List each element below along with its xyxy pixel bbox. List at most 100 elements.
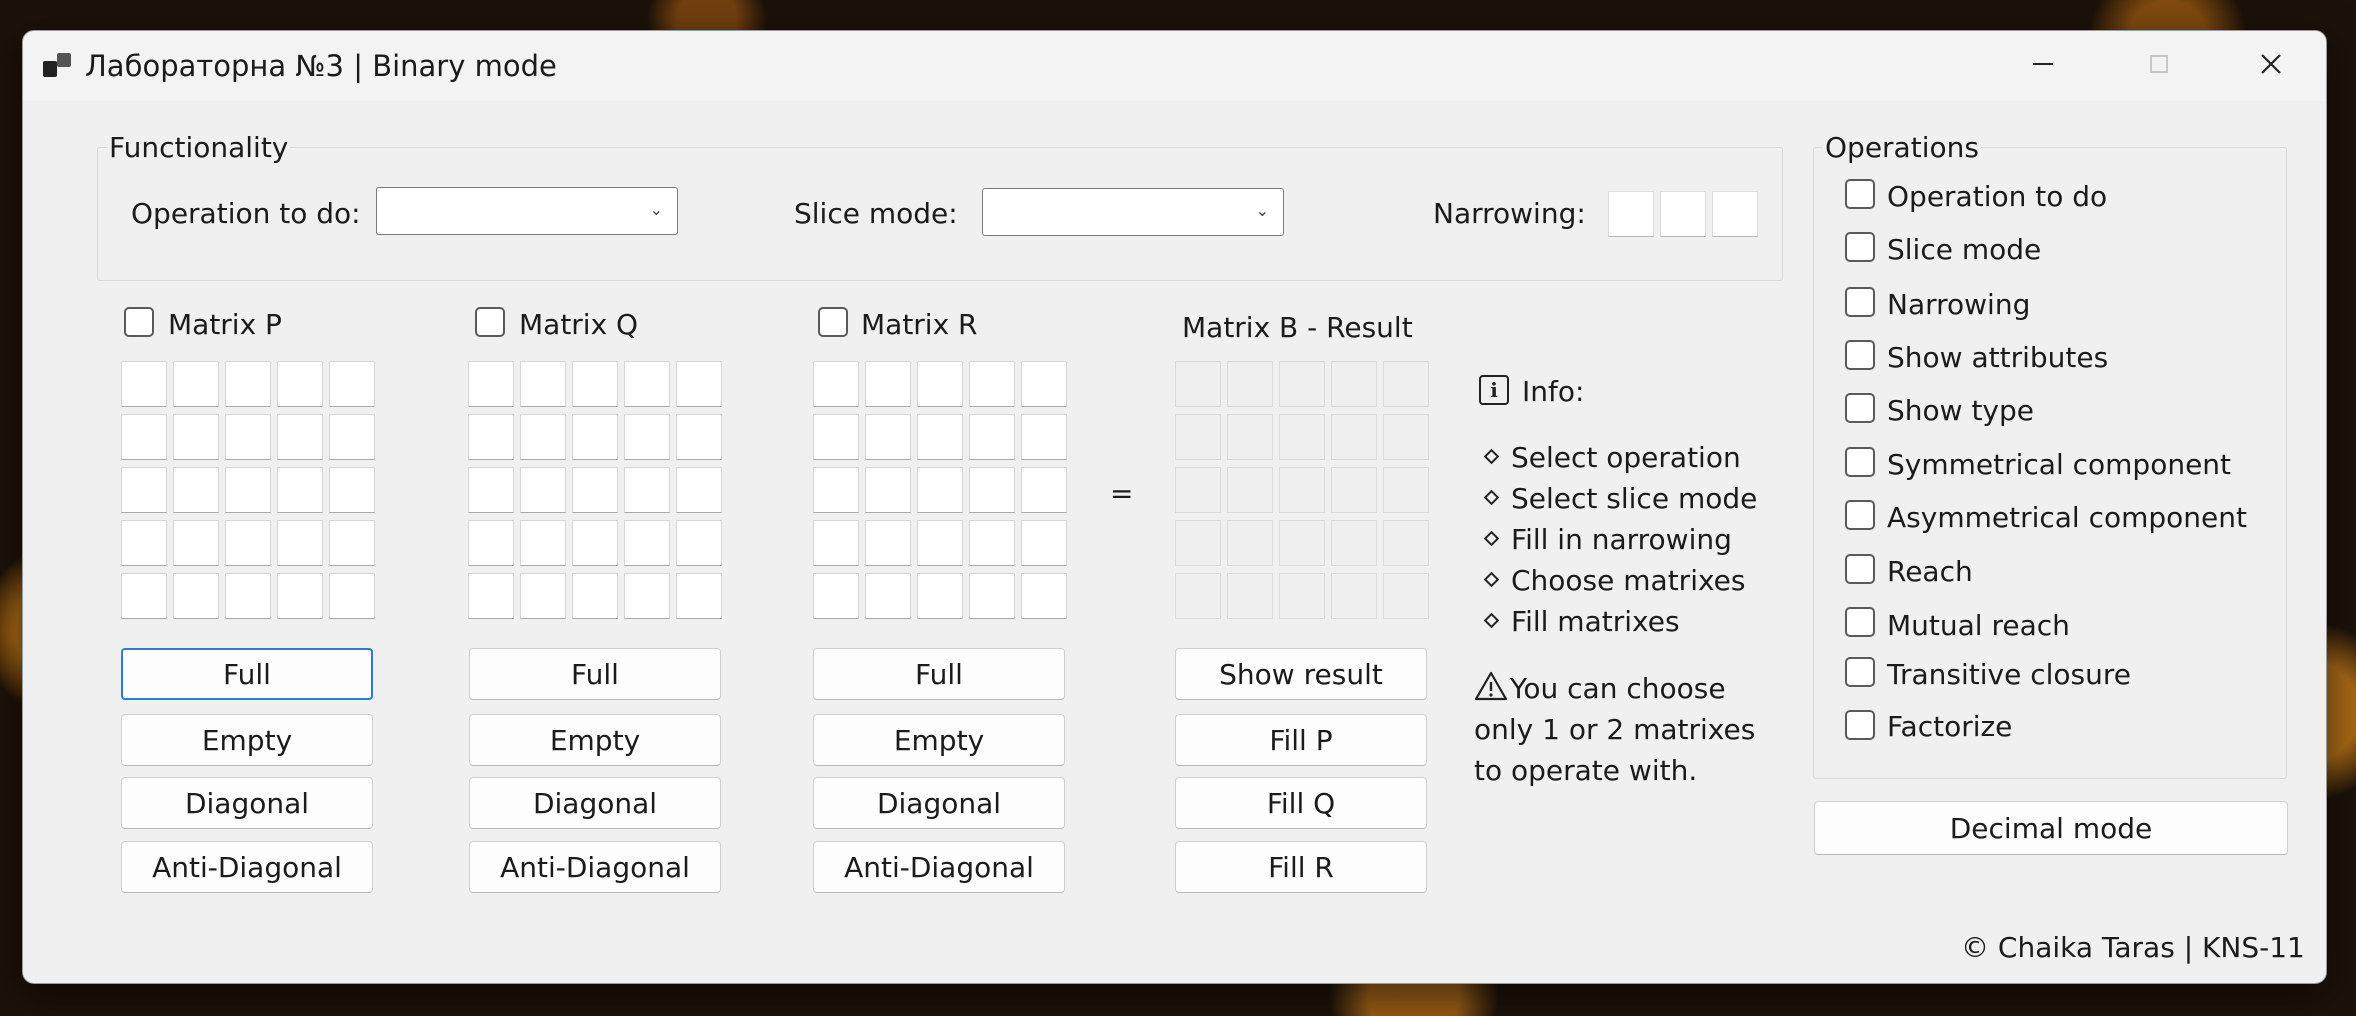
op-checkbox-operation-to-do[interactable] — [1845, 179, 1875, 209]
slice-mode-combobox[interactable]: ⌄ — [982, 188, 1284, 236]
matrix-q-cell[interactable] — [624, 414, 670, 460]
op-checkbox-asymmetrical[interactable] — [1845, 500, 1875, 530]
matrix-q-cell[interactable] — [468, 414, 514, 460]
matrix-p-cell[interactable] — [329, 573, 375, 619]
op-checkbox-narrowing[interactable] — [1845, 287, 1875, 317]
matrix-r-cell[interactable] — [1021, 573, 1067, 619]
maximize-button[interactable] — [2101, 31, 2217, 97]
matrix-q-cell[interactable] — [520, 520, 566, 566]
matrix-p-cell[interactable] — [173, 414, 219, 460]
matrix-q-cell[interactable] — [468, 361, 514, 407]
op-checkbox-show-attributes[interactable] — [1845, 340, 1875, 370]
matrix-q-cell[interactable] — [676, 573, 722, 619]
matrix-p-cell[interactable] — [329, 467, 375, 513]
matrix-r-cell[interactable] — [865, 361, 911, 407]
matrix-q-cell[interactable] — [572, 467, 618, 513]
matrix-q-cell[interactable] — [676, 467, 722, 513]
matrix-p-cell[interactable] — [277, 414, 323, 460]
matrix-p-cell[interactable] — [329, 414, 375, 460]
matrix-p-cell[interactable] — [277, 361, 323, 407]
matrix-r-cell[interactable] — [917, 467, 963, 513]
matrix-p-cell[interactable] — [277, 573, 323, 619]
matrix-p-empty-button[interactable]: Empty — [121, 714, 373, 766]
matrix-r-cell[interactable] — [969, 414, 1015, 460]
matrix-r-cell[interactable] — [917, 361, 963, 407]
matrix-p-cell[interactable] — [173, 520, 219, 566]
matrix-p-anti-diagonal-button[interactable]: Anti-Diagonal — [121, 841, 373, 893]
matrix-p-cell[interactable] — [225, 573, 271, 619]
matrix-q-cell[interactable] — [520, 414, 566, 460]
matrix-p-cell[interactable] — [225, 361, 271, 407]
matrix-r-cell[interactable] — [1021, 361, 1067, 407]
matrix-p-full-button[interactable]: Full — [121, 648, 373, 700]
minimize-button[interactable] — [1985, 31, 2101, 97]
matrix-p-cell[interactable] — [277, 520, 323, 566]
matrix-p-cell[interactable] — [173, 361, 219, 407]
matrix-r-anti-diagonal-button[interactable]: Anti-Diagonal — [813, 841, 1065, 893]
matrix-q-cell[interactable] — [676, 414, 722, 460]
title-bar[interactable]: Лабораторна №3 | Binary mode — [23, 31, 2326, 101]
matrix-q-cell[interactable] — [624, 361, 670, 407]
matrix-r-cell[interactable] — [865, 520, 911, 566]
operation-combobox[interactable]: ⌄ — [376, 187, 678, 235]
matrix-r-cell[interactable] — [813, 467, 859, 513]
matrix-q-cell[interactable] — [468, 467, 514, 513]
matrix-r-cell[interactable] — [969, 467, 1015, 513]
matrix-r-checkbox[interactable] — [818, 307, 848, 337]
matrix-q-cell[interactable] — [676, 361, 722, 407]
matrix-r-cell[interactable] — [969, 573, 1015, 619]
matrix-q-cell[interactable] — [676, 520, 722, 566]
narrowing-input-3[interactable] — [1712, 191, 1758, 237]
matrix-q-cell[interactable] — [520, 467, 566, 513]
show-result-button[interactable]: Show result — [1175, 648, 1427, 700]
matrix-q-cell[interactable] — [624, 467, 670, 513]
matrix-r-cell[interactable] — [1021, 520, 1067, 566]
narrowing-input-2[interactable] — [1660, 191, 1706, 237]
matrix-q-cell[interactable] — [572, 573, 618, 619]
fill-r-button[interactable]: Fill R — [1175, 841, 1427, 893]
matrix-p-cell[interactable] — [225, 467, 271, 513]
matrix-q-empty-button[interactable]: Empty — [469, 714, 721, 766]
matrix-q-anti-diagonal-button[interactable]: Anti-Diagonal — [469, 841, 721, 893]
matrix-q-full-button[interactable]: Full — [469, 648, 721, 700]
fill-q-button[interactable]: Fill Q — [1175, 777, 1427, 829]
decimal-mode-button[interactable]: Decimal mode — [1814, 801, 2288, 855]
op-checkbox-show-type[interactable] — [1845, 393, 1875, 423]
matrix-p-checkbox[interactable] — [124, 307, 154, 337]
matrix-q-cell[interactable] — [468, 520, 514, 566]
matrix-q-cell[interactable] — [572, 414, 618, 460]
matrix-p-cell[interactable] — [277, 467, 323, 513]
narrowing-input-1[interactable] — [1608, 191, 1654, 237]
matrix-r-cell[interactable] — [813, 520, 859, 566]
matrix-p-cell[interactable] — [121, 520, 167, 566]
matrix-q-cell[interactable] — [572, 361, 618, 407]
matrix-p-cell[interactable] — [329, 361, 375, 407]
matrix-r-cell[interactable] — [865, 414, 911, 460]
matrix-p-cell[interactable] — [329, 520, 375, 566]
matrix-r-cell[interactable] — [969, 520, 1015, 566]
matrix-r-cell[interactable] — [1021, 414, 1067, 460]
matrix-r-diagonal-button[interactable]: Diagonal — [813, 777, 1065, 829]
matrix-r-cell[interactable] — [917, 573, 963, 619]
close-button[interactable] — [2213, 31, 2326, 97]
matrix-p-cell[interactable] — [173, 467, 219, 513]
matrix-r-cell[interactable] — [1021, 467, 1067, 513]
matrix-r-cell[interactable] — [917, 520, 963, 566]
matrix-q-cell[interactable] — [468, 573, 514, 619]
matrix-p-diagonal-button[interactable]: Diagonal — [121, 777, 373, 829]
matrix-p-cell[interactable] — [121, 414, 167, 460]
matrix-r-cell[interactable] — [865, 573, 911, 619]
matrix-q-cell[interactable] — [624, 573, 670, 619]
matrix-q-cell[interactable] — [572, 520, 618, 566]
matrix-r-cell[interactable] — [813, 361, 859, 407]
matrix-q-diagonal-button[interactable]: Diagonal — [469, 777, 721, 829]
matrix-r-cell[interactable] — [917, 414, 963, 460]
matrix-q-cell[interactable] — [520, 361, 566, 407]
op-checkbox-factorize[interactable] — [1845, 710, 1875, 740]
matrix-r-cell[interactable] — [969, 361, 1015, 407]
op-checkbox-symmetrical[interactable] — [1845, 447, 1875, 477]
matrix-p-cell[interactable] — [173, 573, 219, 619]
op-checkbox-slice-mode[interactable] — [1845, 232, 1875, 262]
matrix-r-cell[interactable] — [865, 467, 911, 513]
matrix-q-cell[interactable] — [624, 520, 670, 566]
